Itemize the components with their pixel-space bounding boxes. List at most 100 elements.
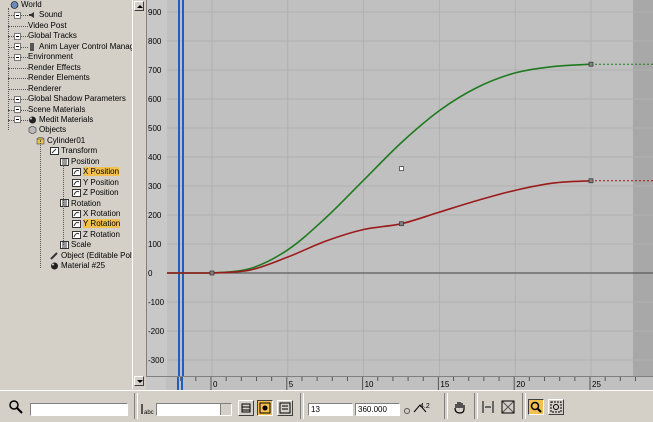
tree-item-label: Rotation [71,198,101,208]
y-tick-label: -300 [148,356,165,365]
zoom-region-button[interactable] [548,399,564,415]
tree-item[interactable]: Transform [50,146,97,156]
tree-item[interactable]: Y Position [72,178,119,188]
expand-toggle-icon[interactable] [14,53,21,61]
tree-item[interactable]: Z Rotation [72,230,120,240]
zoom-range-icon[interactable] [500,399,516,415]
x-tick-label: 0 [213,380,218,389]
tree-item[interactable]: Z Position [72,188,119,198]
scroll-up-button[interactable] [134,1,144,11]
tree-item[interactable]: Rotation [60,199,101,209]
tree-item[interactable]: Render Effects [28,63,81,73]
tree-item[interactable]: Medit Materials [28,115,93,125]
bottom-toolbar: abc 13 360.000 4.2 [0,390,653,422]
tree-item[interactable]: Cylinder01 [36,136,85,146]
controller-icon [60,199,69,208]
layer-icon [28,42,37,51]
current-frame-field[interactable]: 13 [308,403,353,416]
scroll-down-button[interactable] [134,376,144,386]
y-tick-label: 0 [148,269,153,278]
curve-graph-svg[interactable]: 900 800 700 600 500 400 300 200 100 0 -100 -200 -300 [147,0,653,376]
value-spinner-icon[interactable] [404,408,410,414]
tree-item-label: Render Elements [28,73,90,83]
tree-item-label: Z Position [83,188,119,198]
zoom-button[interactable] [528,399,544,415]
tree-item[interactable]: Scale [60,240,91,250]
out-of-range-region [633,0,653,376]
tree-item-label: Video Post [28,20,67,30]
track-icon [72,209,81,218]
tree-item[interactable]: Object (Editable Poly) [50,251,132,261]
modifier-icon [50,251,59,260]
curve-editor-graph[interactable]: 900 800 700 600 500 400 300 200 100 0 -100 -200 -300 [146,0,653,376]
tree-item[interactable]: Renderer [28,84,61,94]
expand-toggle-icon[interactable] [14,116,21,124]
x-tick-label: 15 [440,380,449,389]
time-ruler-svg: 0 5 10 15 20 25 [146,377,636,390]
key-value-field[interactable]: 360.000 [355,403,400,416]
track-icon [72,168,81,177]
tree-item[interactable]: X Position [72,167,120,177]
filter-dropdown[interactable] [156,403,232,416]
ruler-gutter [146,377,166,390]
tree-item-label: Sound [39,10,63,20]
tree-item[interactable]: Material #25 [50,261,105,271]
key-list-button[interactable] [238,400,254,416]
controller-tree[interactable]: World Sound Video Post Global Tracks Anim La… [0,0,132,389]
zoom-extents-icon[interactable] [480,399,496,415]
tree-item-label: Object (Editable Poly) [61,250,132,260]
expand-toggle-icon[interactable] [14,106,21,113]
tree-item-label: Scene Materials [28,104,86,114]
tree-connector [63,165,64,245]
globe-icon [10,1,19,9]
track-icon [72,220,81,229]
pan-hand-icon[interactable] [452,399,468,415]
y-tick-label: 900 [148,8,162,17]
chevron-down-icon[interactable] [220,404,231,415]
zoom-value-icon[interactable]: 4.2 [412,399,436,415]
track-view-window: World Sound Video Post Global Tracks Anim La… [0,0,653,422]
time-ruler[interactable]: 0 5 10 15 20 25 [146,376,653,390]
y-tick-label: 300 [148,182,162,191]
tree-item[interactable]: Position [60,157,99,167]
tree-item[interactable]: Global Tracks [28,31,77,41]
key-filter-icon[interactable]: abc [138,401,154,417]
y-tick-label: 500 [148,124,162,133]
expand-toggle-icon[interactable] [14,43,21,51]
expand-toggle-icon[interactable] [14,95,21,103]
tree-item-label: World [21,0,42,9]
speaker-icon [28,11,37,19]
tree-connector [8,8,9,130]
expand-toggle-icon[interactable] [14,32,21,40]
tree-connector [40,140,41,268]
tree-item[interactable]: Sound [28,10,62,20]
tree-item[interactable]: Anim Layer Control Manager [28,42,132,52]
controller-icon [60,157,69,166]
objects-icon [28,125,37,135]
tree-item-label: Medit Materials [39,114,94,124]
controller-icon [60,241,69,250]
tree-item-label: Z Rotation [83,229,120,239]
tree-item[interactable]: Render Elements [28,73,90,83]
tree-item[interactable]: Global Shadow Parameters [28,94,126,104]
tree-item[interactable]: Objects [28,125,66,135]
tree-item-label: Scale [71,240,92,250]
tree-item[interactable]: World [10,0,42,10]
y-tick-label: 100 [148,240,162,249]
x-tick-label: 20 [516,380,525,389]
y-tick-label: -200 [148,327,165,336]
x-tick-label: 5 [289,380,294,389]
expand-toggle-icon[interactable] [14,11,21,19]
show-selected-keys-button[interactable] [257,400,273,416]
tree-item[interactable]: X Rotation [72,209,120,219]
tree-item[interactable]: Scene Materials [28,105,85,115]
tree-item[interactable]: Video Post [28,21,67,31]
tree-item[interactable]: Y Rotation [72,219,121,229]
key-stats-button[interactable] [277,400,293,416]
track-name-field[interactable] [30,403,128,416]
tree-item[interactable]: Environment [28,52,73,62]
tree-scrollbar[interactable] [132,0,145,389]
tree-item-label: Y Position [83,177,119,187]
curve-key [588,178,594,184]
track-search-icon[interactable] [8,399,24,415]
